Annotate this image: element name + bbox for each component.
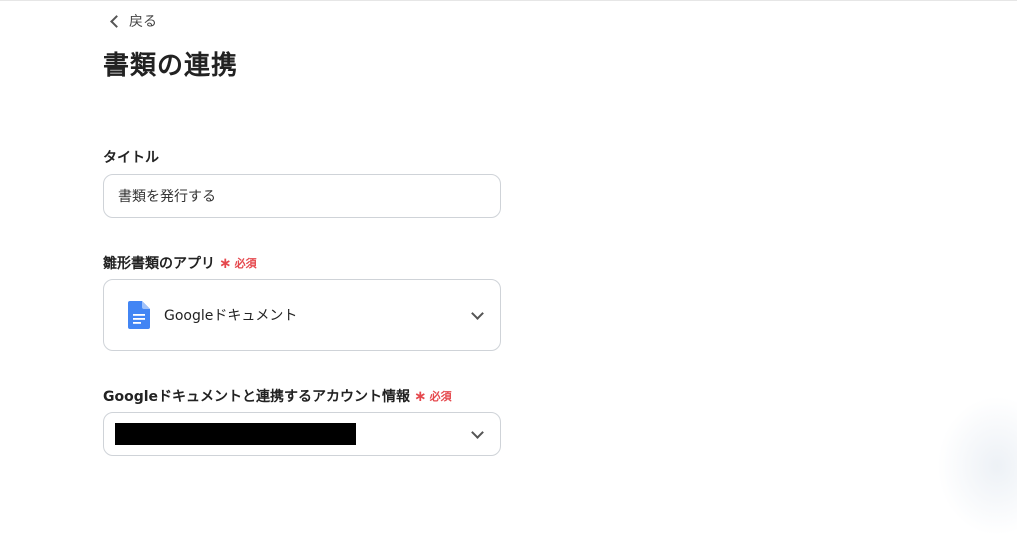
title-input[interactable]: 書類を発行する [103,174,501,218]
required-text: 必須 [235,255,257,271]
chevron-down-icon[interactable] [471,426,484,439]
required-badge: ∗ 必須 [219,255,257,271]
template-app-label: 雛形書類のアプリ ∗ 必須 [103,253,257,273]
selected-app-name: Googleドキュメント [164,305,473,325]
google-docs-icon [128,301,150,329]
back-label: 戻る [129,11,157,31]
title-input-value: 書類を発行する [118,186,216,206]
chevron-down-icon[interactable] [471,307,484,320]
account-label-text: Googleドキュメントと連携するアカウント情報 [103,386,410,406]
required-text: 必須 [430,388,452,404]
decorative-glow [937,396,1017,536]
chevron-left-icon [110,15,123,28]
template-app-label-text: 雛形書類のアプリ [103,253,215,273]
required-badge: ∗ 必須 [414,388,452,404]
required-asterisk: ∗ [219,256,232,271]
account-select[interactable] [103,412,501,456]
template-app-select[interactable]: Googleドキュメント [103,279,501,351]
page-title: 書類の連携 [103,45,238,82]
required-asterisk: ∗ [414,389,427,404]
title-label-text: タイトル [103,147,159,167]
account-label: Googleドキュメントと連携するアカウント情報 ∗ 必須 [103,386,452,406]
top-divider [0,0,1017,1]
redacted-account-value [115,423,356,445]
back-link[interactable]: 戻る [109,11,157,31]
title-field-label: タイトル [103,147,159,167]
